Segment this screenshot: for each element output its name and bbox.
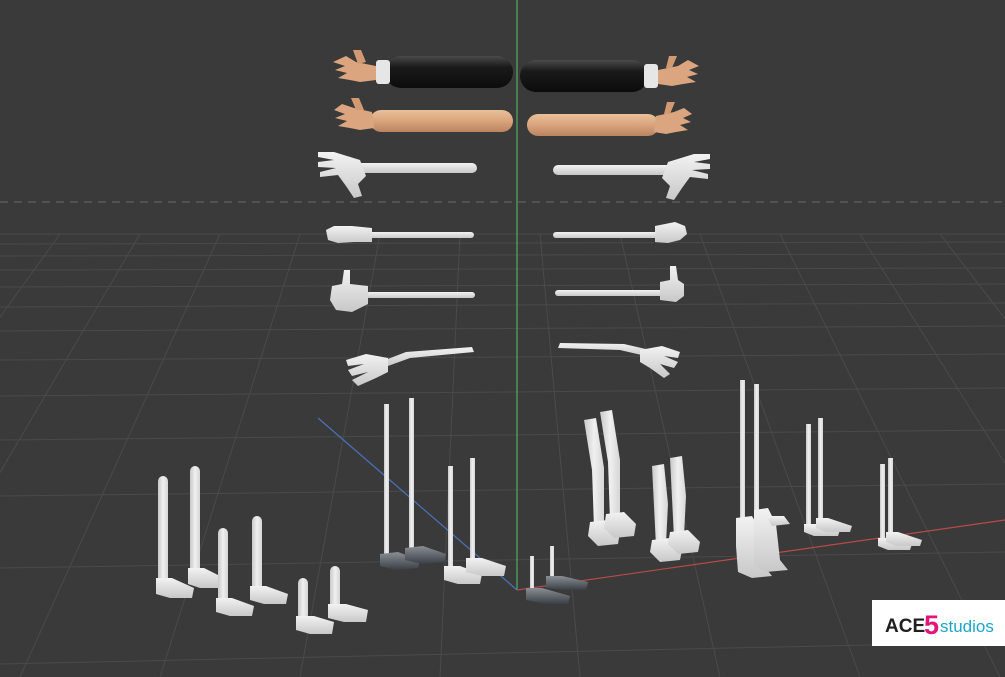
svg-text:ACE: ACE (885, 616, 925, 637)
dark-shoe-legs (380, 398, 588, 604)
white-fist-arm-right (553, 222, 687, 243)
bare-skin-arm-left (334, 98, 513, 132)
viewport-scene (0, 0, 1005, 677)
white-open-hand-arm-right (553, 154, 710, 200)
studio-watermark: ACE 5 studios (872, 600, 1005, 646)
3d-viewport[interactable]: ACE 5 studios (0, 0, 1005, 677)
bare-skin-arm-right (527, 102, 692, 136)
white-curved-arm-left (346, 347, 474, 386)
thick-boot-legs (584, 380, 790, 578)
svg-text:5: 5 (924, 610, 939, 640)
white-open-hand-arm-left (318, 152, 477, 198)
white-fist-arm-left (326, 226, 474, 243)
suit-arm-left (333, 50, 513, 88)
white-thumb-arm-right (555, 266, 684, 302)
suit-arm-right (520, 56, 699, 92)
white-sock-legs (156, 466, 368, 634)
ace5-studios-logo: ACE 5 studios (885, 610, 994, 640)
white-curved-arm-right (558, 343, 680, 378)
ground-grid (0, 233, 1005, 677)
svg-text:studios: studios (940, 617, 994, 636)
